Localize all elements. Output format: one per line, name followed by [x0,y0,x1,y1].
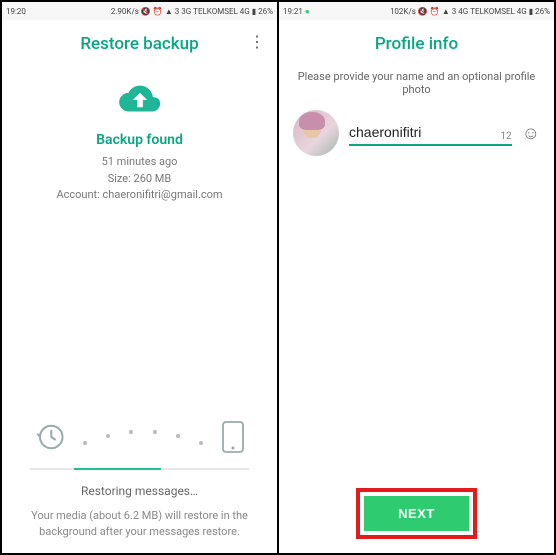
next-button[interactable]: NEXT [364,496,469,531]
whatsapp-icon: ● [305,7,310,16]
battery-icon: ▮ [252,7,256,16]
profile-info-screen: 19:21 ● 102K/s 🔇 ⏰ ▲ 3 4G TELKOMSEL 4G ▮… [279,2,554,553]
status-time: 19:21 [283,7,303,16]
alarm-icon: ⏰ [153,7,163,16]
restore-backup-screen: 19:20 2.90K/s 🔇 ⏰ ▲ 3 3G TELKOMSEL 4G ▮ … [2,2,279,553]
alarm-icon: ⏰ [430,7,440,16]
status-carrier: TELKOMSEL 4G [193,7,250,16]
wifi-icon: ▲ [442,7,450,16]
phone-icon [221,420,245,454]
footer-note: Your media (about 6.2 MB) will restore i… [2,498,277,553]
status-signal: 3 3G [175,7,191,16]
status-carrier: TELKOMSEL 4G [470,7,527,16]
emoji-icon[interactable]: ☺ [522,123,540,144]
page-title: Restore backup [80,34,198,54]
status-signal: 3 4G [452,7,468,16]
header: Profile info [279,20,554,64]
transfer-graphic [2,420,277,454]
cloud-upload-icon [2,82,277,118]
status-speed: 2.90K/s [111,7,139,16]
wifi-icon: ▲ [165,7,173,16]
backup-size: Size: 260 MB [2,171,277,188]
more-options-button[interactable]: ⋮ [249,34,265,50]
mute-icon: 🔇 [141,7,151,16]
backup-account: Account: chaeronifitri@gmail.com [2,187,277,204]
status-bar: 19:21 ● 102K/s 🔇 ⏰ ▲ 3 4G TELKOMSEL 4G ▮… [279,2,554,20]
avatar[interactable] [293,110,339,156]
status-time: 19:20 [6,7,26,16]
status-bar: 19:20 2.90K/s 🔇 ⏰ ▲ 3 3G TELKOMSEL 4G ▮ … [2,2,277,20]
history-icon [35,422,65,452]
subtitle: Please provide your name and an optional… [279,64,554,96]
restoring-status: Restoring messages… [2,484,277,498]
mute-icon: 🔇 [418,7,428,16]
backup-time: 51 minutes ago [2,154,277,171]
next-highlight: NEXT [356,488,477,539]
progress-fill [74,468,162,470]
header: Restore backup ⋮ [2,20,277,64]
status-battery: 26% [535,7,550,16]
page-title: Profile info [375,34,458,54]
status-speed: 102K/s [390,7,416,16]
transfer-dots [73,425,213,449]
status-battery: 26% [258,7,273,16]
char-count: 12 [500,131,511,142]
progress-bar [30,468,249,470]
battery-icon: ▮ [529,7,533,16]
name-input[interactable] [349,120,512,146]
backup-found-heading: Backup found [2,132,277,148]
